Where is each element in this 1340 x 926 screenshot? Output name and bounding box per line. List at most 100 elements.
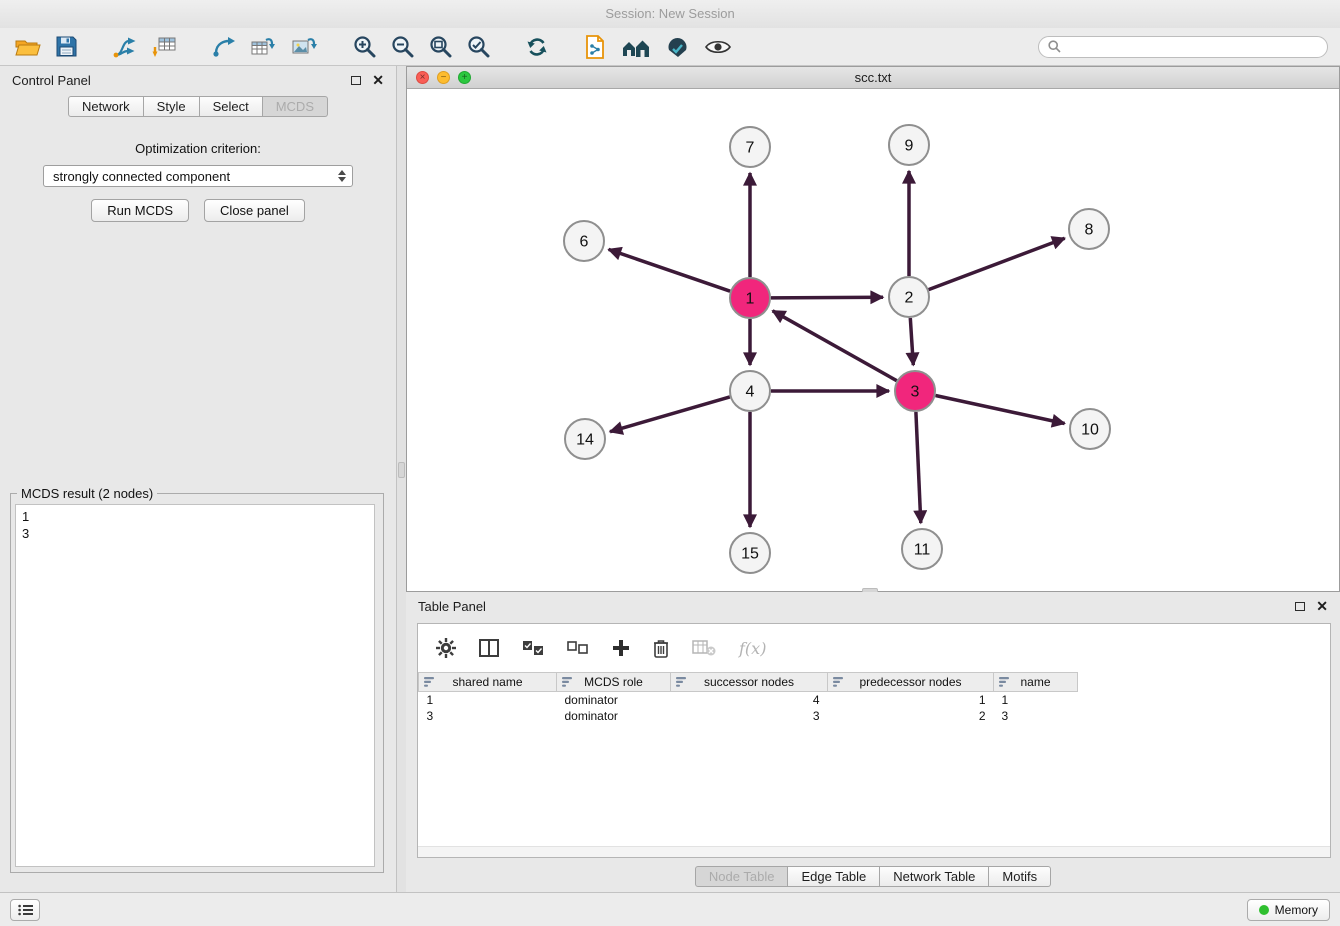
table-cell[interactable]: dominator <box>557 708 671 724</box>
apply-style-button[interactable] <box>663 34 693 60</box>
close-panel-icon-button[interactable]: ✕ <box>372 73 384 87</box>
svg-text:10: 10 <box>1081 422 1099 439</box>
zoom-fit-button[interactable] <box>426 33 455 60</box>
memory-button[interactable]: Memory <box>1247 899 1330 921</box>
column-header[interactable]: successor nodes <box>671 673 828 692</box>
graph-node-4[interactable]: 4 <box>730 371 770 411</box>
import-table-button[interactable] <box>149 34 180 60</box>
graph-node-15[interactable]: 15 <box>730 533 770 573</box>
table-cell[interactable]: 3 <box>671 708 828 724</box>
edge-2-3[interactable] <box>910 318 913 365</box>
vertical-splitter-handle[interactable] <box>398 462 405 478</box>
graph-node-14[interactable]: 14 <box>565 419 605 459</box>
table-row[interactable]: 1dominator411 <box>419 692 1331 708</box>
table-cell[interactable]: dominator <box>557 692 671 708</box>
svg-text:11: 11 <box>914 542 931 559</box>
memory-status-icon <box>1259 905 1269 915</box>
table-cell[interactable]: 1 <box>994 692 1078 708</box>
table-panel: Table Panel ✕ <box>406 592 1340 892</box>
run-mcds-button[interactable]: Run MCDS <box>91 199 189 222</box>
zoom-out-button[interactable] <box>388 33 417 60</box>
tab-mcds[interactable]: MCDS <box>263 96 328 117</box>
table-cell[interactable]: 1 <box>419 692 557 708</box>
optimization-criterion-select[interactable]: strongly connected component <box>43 165 353 187</box>
edge-1-2[interactable] <box>771 297 883 298</box>
tab-network-table[interactable]: Network Table <box>880 866 989 887</box>
close-table-panel-button[interactable]: ✕ <box>1316 599 1328 613</box>
column-header[interactable]: MCDS role <box>557 673 671 692</box>
minimize-window-button[interactable]: − <box>437 71 450 84</box>
graph-node-7[interactable]: 7 <box>730 127 770 167</box>
graph-node-6[interactable]: 6 <box>564 221 604 261</box>
zoom-in-button[interactable] <box>350 33 379 60</box>
export-network-button[interactable] <box>581 33 609 61</box>
edge-2-8[interactable] <box>929 238 1065 289</box>
graph-node-2[interactable]: 2 <box>889 277 929 317</box>
graph-node-1[interactable]: 1 <box>730 278 770 318</box>
export-image-button[interactable] <box>289 34 321 60</box>
table-cell[interactable]: 2 <box>828 708 994 724</box>
edge-4-14[interactable] <box>610 397 730 432</box>
graph-node-9[interactable]: 9 <box>889 125 929 165</box>
table-header-row: shared nameMCDS rolesuccessor nodesprede… <box>419 673 1331 692</box>
open-session-button[interactable] <box>12 34 44 59</box>
table-cell[interactable]: 3 <box>419 708 557 724</box>
graph-node-10[interactable]: 10 <box>1070 409 1110 449</box>
show-columns-button[interactable] <box>479 639 499 657</box>
session-title: Session: New Session <box>605 6 734 21</box>
table-toolbar: f(x) <box>418 624 1330 672</box>
network-window-title-bar[interactable]: × − + scc.txt <box>407 67 1339 89</box>
edge-3-10[interactable] <box>936 396 1065 424</box>
table-settings-button[interactable] <box>436 638 456 658</box>
table-horizontal-scrollbar[interactable] <box>418 846 1330 857</box>
graph-node-8[interactable]: 8 <box>1069 209 1109 249</box>
graph-node-3[interactable]: 3 <box>895 371 935 411</box>
close-panel-button[interactable]: Close panel <box>204 199 305 222</box>
table-cell[interactable]: 4 <box>671 692 828 708</box>
mcds-result-list[interactable]: 13 <box>15 504 375 867</box>
session-title-bar[interactable]: Session: New Session <box>0 0 1340 28</box>
network-canvas[interactable]: 7 9 6 8 1 2 4 3 10 14 15 11 <box>407 89 1339 591</box>
svg-text:6: 6 <box>580 234 589 251</box>
task-history-button[interactable] <box>10 899 40 921</box>
select-all-button[interactable] <box>522 640 544 656</box>
column-header[interactable]: shared name <box>419 673 557 692</box>
add-row-button[interactable] <box>612 639 630 657</box>
zoom-window-button[interactable]: + <box>458 71 471 84</box>
first-neighbors-button[interactable] <box>618 34 654 60</box>
close-window-button[interactable]: × <box>416 71 429 84</box>
zoom-selected-button[interactable] <box>464 33 493 60</box>
delete-row-button[interactable] <box>653 639 669 658</box>
search-field[interactable] <box>1038 36 1328 58</box>
edge-1-6[interactable] <box>609 249 731 291</box>
delete-table-button[interactable] <box>692 639 716 657</box>
save-session-button[interactable] <box>53 34 80 59</box>
table-row[interactable]: 3dominator323 <box>419 708 1331 724</box>
table-cell[interactable]: 3 <box>994 708 1078 724</box>
clone-network-button[interactable] <box>248 34 280 60</box>
table-panel-title: Table Panel <box>418 599 486 614</box>
tab-network[interactable]: Network <box>68 96 144 117</box>
tab-motifs[interactable]: Motifs <box>989 866 1051 887</box>
tab-style[interactable]: Style <box>144 96 200 117</box>
float-panel-button[interactable] <box>351 76 361 85</box>
show-hide-button[interactable] <box>702 36 734 58</box>
search-input[interactable] <box>1067 40 1318 54</box>
row-filler <box>1078 692 1331 708</box>
tab-select[interactable]: Select <box>200 96 263 117</box>
deselect-all-button[interactable] <box>567 640 589 656</box>
edge-3-1[interactable] <box>773 311 897 381</box>
column-header[interactable]: name <box>994 673 1078 692</box>
table-cell[interactable]: 1 <box>828 692 994 708</box>
graph-node-11[interactable]: 11 <box>902 529 942 569</box>
edge-3-11[interactable] <box>916 412 921 523</box>
float-table-panel-button[interactable] <box>1295 602 1305 611</box>
column-header[interactable]: predecessor nodes <box>828 673 994 692</box>
function-builder-button[interactable]: f(x) <box>739 639 766 658</box>
import-network-button[interactable] <box>109 34 140 60</box>
tab-node-table[interactable]: Node Table <box>695 866 789 887</box>
tab-edge-table[interactable]: Edge Table <box>788 866 880 887</box>
refresh-button[interactable] <box>522 34 552 60</box>
status-bar: Memory <box>0 892 1340 926</box>
new-network-button[interactable] <box>209 34 239 60</box>
